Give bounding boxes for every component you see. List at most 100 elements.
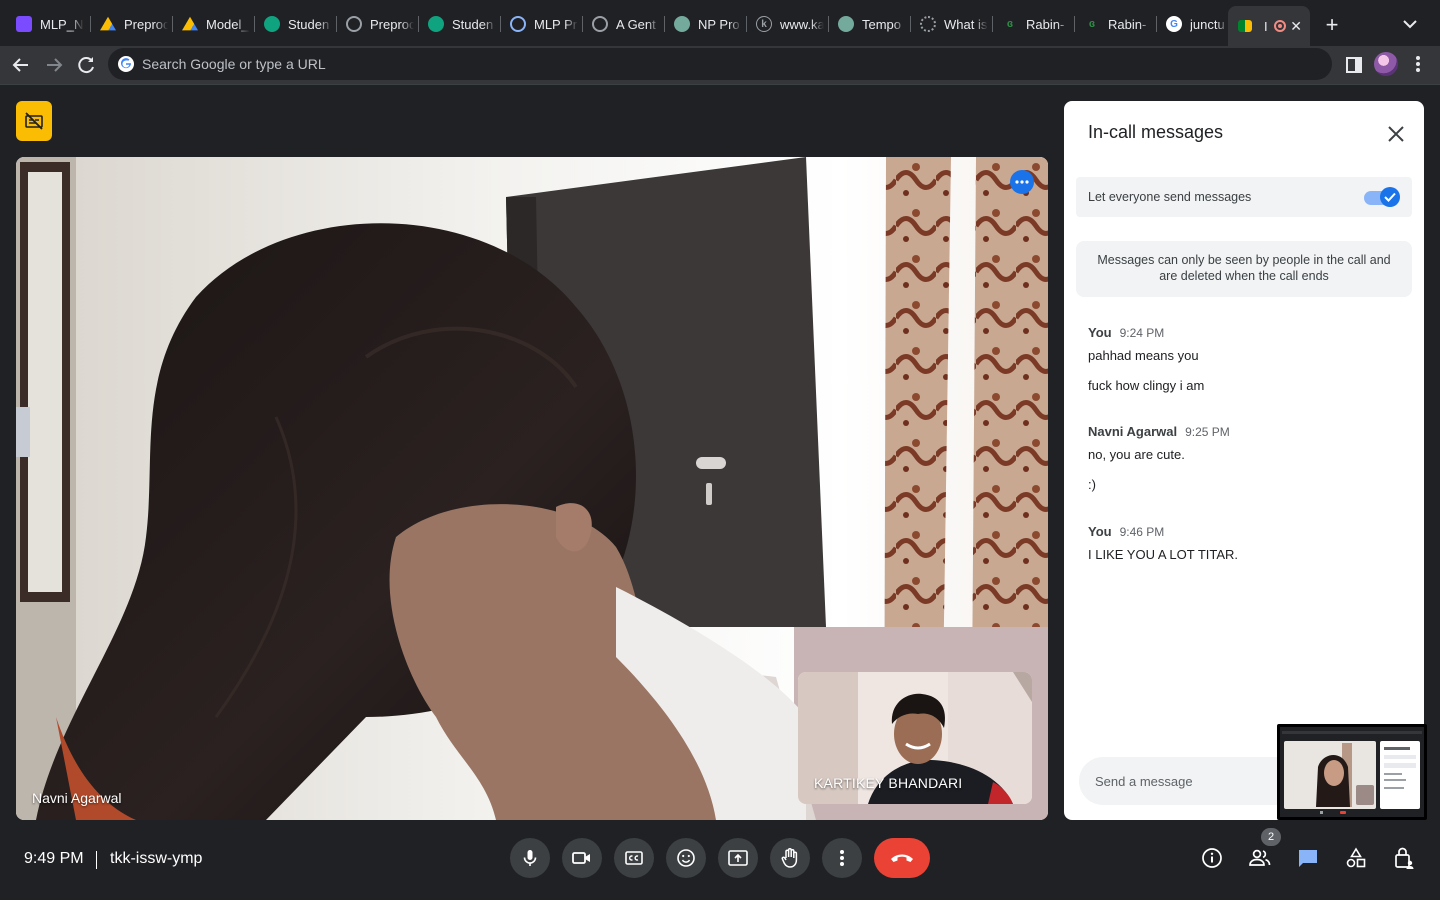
toggle-label: Let everyone send messages — [1088, 190, 1252, 204]
meeting-details-button[interactable] — [1200, 846, 1224, 870]
message-group: Navni Agarwal 9:25 PM no, you are cute. … — [1088, 424, 1398, 502]
browser-tab[interactable]: MLP_N — [6, 8, 88, 40]
browser-tab[interactable]: What is — [910, 8, 992, 40]
browser-tab[interactable]: Studen — [418, 8, 500, 40]
browser-tab[interactable]: Tempo — [828, 8, 910, 40]
browser-tab-active[interactable]: I ✕ — [1228, 6, 1310, 46]
captions-button[interactable] — [614, 838, 654, 878]
privacy-notice: Messages can only be seen by people in t… — [1076, 241, 1412, 297]
tab-title: Model_ — [206, 16, 249, 32]
reactions-button[interactable] — [666, 838, 706, 878]
tab-title: Rabin- — [1108, 16, 1147, 32]
forward-arrow-icon[interactable] — [41, 52, 67, 78]
tab-title: junctu — [1190, 16, 1225, 32]
more-vert-icon — [840, 850, 844, 866]
microphone-icon — [523, 850, 537, 866]
message-text: pahhad means you — [1088, 348, 1199, 363]
close-icon[interactable]: ✕ — [1290, 18, 1302, 35]
tab-title: Preproc — [124, 16, 168, 32]
message-group: You 9:46 PM I LIKE YOU A LOT TITAR. — [1088, 524, 1398, 572]
browser-tab[interactable]: ɞ Rabin- — [1074, 8, 1156, 40]
reload-icon[interactable] — [73, 52, 99, 78]
message-group: You 9:24 PM pahhad means you fuck how cl… — [1088, 325, 1398, 403]
site-icon — [920, 16, 936, 32]
hand-icon — [781, 848, 798, 868]
browser-tab[interactable]: ɞ Rabin- — [992, 8, 1074, 40]
divider — [96, 851, 97, 869]
message-time: 9:46 PM — [1119, 525, 1165, 539]
participant-name: Navni Agarwal — [32, 790, 122, 806]
leave-call-button[interactable] — [874, 838, 930, 878]
tab-title: Rabin- — [1026, 16, 1065, 32]
activities-icon — [1346, 847, 1366, 868]
new-tab-button[interactable]: + — [1318, 12, 1346, 40]
browser-tab[interactable]: A Gent — [582, 8, 664, 40]
message-time: 9:25 PM — [1185, 425, 1230, 439]
self-video-tile[interactable]: KARTIKEY BHANDARI — [798, 672, 1032, 804]
side-panel-icon[interactable] — [1344, 55, 1364, 75]
openai-icon — [428, 16, 444, 32]
lock-person-icon — [1395, 847, 1414, 869]
browser-tab[interactable]: MLP Pr — [500, 8, 582, 40]
browser-tab[interactable]: NP Pro — [664, 8, 746, 40]
meeting-time: 9:49 PM — [24, 850, 84, 867]
raise-hand-button[interactable] — [770, 838, 810, 878]
sheets-icon — [16, 16, 32, 32]
openai-icon — [838, 16, 854, 32]
openai-icon — [674, 16, 690, 32]
message-sender: Navni Agarwal — [1088, 424, 1178, 439]
more-vert-icon[interactable] — [1410, 53, 1426, 75]
participant-count-badge: 2 — [1261, 828, 1281, 846]
site-icon — [592, 16, 608, 32]
more-options-button[interactable] — [1010, 170, 1034, 194]
present-to-all-icon — [728, 850, 748, 866]
message-text: I LIKE YOU A LOT TITAR. — [1088, 547, 1239, 562]
chat-button[interactable] — [1296, 846, 1320, 870]
back-arrow-icon[interactable] — [8, 52, 34, 78]
videocam-icon — [572, 852, 590, 864]
people-icon — [1249, 849, 1271, 866]
google-icon — [118, 56, 134, 72]
browser-tab[interactable]: k www.ka — [746, 8, 828, 40]
picture-in-picture-preview[interactable] — [1277, 724, 1427, 820]
tab-title: Preproc — [370, 16, 414, 32]
recording-badge[interactable] — [16, 101, 52, 141]
meet-icon — [1238, 20, 1252, 32]
tab-title: www.ka — [780, 16, 824, 32]
geeks-icon: ɞ — [1088, 18, 1096, 30]
tab-title: Tempo — [862, 16, 902, 32]
panel-title: In-call messages — [1088, 122, 1224, 142]
browser-tab[interactable]: Model_ — [172, 8, 254, 40]
tab-title: MLP Pr — [534, 16, 578, 32]
tab-title: MLP_N — [40, 16, 84, 32]
omnibox-input[interactable] — [142, 48, 1312, 80]
emoji-icon — [677, 849, 695, 867]
close-icon[interactable] — [1384, 122, 1408, 146]
camera-button[interactable] — [562, 838, 602, 878]
message-time: 9:24 PM — [1119, 326, 1165, 340]
browser-tab[interactable]: G junctu — [1156, 8, 1228, 40]
let-everyone-send-row: Let everyone send messages — [1076, 177, 1412, 217]
browser-tab[interactable]: Studen — [254, 8, 336, 40]
host-controls-button[interactable] — [1392, 846, 1416, 870]
present-screen-button[interactable] — [718, 838, 758, 878]
profile-avatar[interactable] — [1374, 52, 1398, 76]
pip-thumbnail — [1280, 727, 1424, 817]
browser-tab[interactable]: Preproc — [90, 8, 172, 40]
site-icon — [510, 16, 526, 32]
tab-title: Studen — [452, 16, 494, 32]
message-sender: You — [1088, 524, 1112, 539]
recording-icon — [1273, 20, 1286, 32]
message-permission-toggle[interactable] — [1364, 187, 1400, 207]
microphone-button[interactable] — [510, 838, 550, 878]
chevron-down-icon[interactable] — [1398, 12, 1422, 36]
people-button[interactable] — [1248, 846, 1272, 870]
browser-tab[interactable]: Preproc — [336, 8, 418, 40]
more-options-button[interactable] — [822, 838, 862, 878]
activities-button[interactable] — [1344, 846, 1368, 870]
message-text: :) — [1088, 477, 1096, 492]
message-text: no, you are cute. — [1088, 447, 1185, 462]
address-bar[interactable] — [108, 48, 1332, 80]
colab-icon — [346, 16, 362, 32]
message-text: fuck how clingy i am — [1088, 378, 1205, 393]
